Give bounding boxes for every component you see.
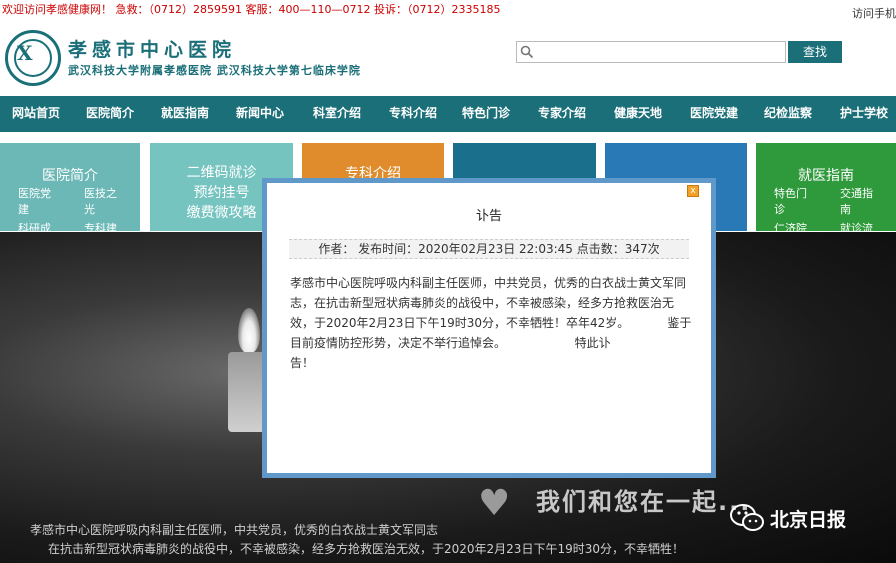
- search-input[interactable]: [537, 43, 781, 61]
- obituary-dialog: x 讣告 作者： 发布时间：2020年02月23日 22:03:45 点击数：3…: [262, 178, 716, 478]
- heart-icon: ♥: [478, 483, 511, 524]
- search-button[interactable]: 查找: [788, 41, 842, 63]
- nav-health[interactable]: 健康天地: [603, 96, 679, 132]
- nav-guide[interactable]: 就医指南: [149, 96, 225, 132]
- nav-discipline[interactable]: 纪检监察: [755, 96, 831, 132]
- tile-link[interactable]: 专科建: [84, 221, 117, 231]
- nav-departments[interactable]: 科室介绍: [301, 96, 377, 132]
- tile-link[interactable]: 医院党建: [18, 186, 51, 218]
- candle-flame: [238, 308, 260, 354]
- main-nav: 网站首页 医院简介 就医指南 新闻中心 科室介绍 专科介绍 特色门诊 专家介绍 …: [0, 96, 896, 132]
- obituary-line: 孝感市中心医院呼吸内科副主任医师，中共党员，优秀的白衣战士黄文军同: [290, 276, 687, 290]
- dialog-body: x 讣告 作者： 发布时间：2020年02月23日 22:03:45 点击数：3…: [267, 183, 711, 473]
- nav-news[interactable]: 新闻中心: [225, 96, 301, 132]
- search-icon: [520, 45, 534, 59]
- tile-link[interactable]: 仁济院: [774, 221, 807, 231]
- mobile-site-link[interactable]: 访问手机: [852, 4, 896, 24]
- tile-hospital-intro[interactable]: 医院简介 医院党建 医技之光 科研成 专科建: [0, 143, 140, 231]
- obituary-line: 志，在抗击新型冠状病毒肺炎的战役中，不幸被感染，经多方抢救医治无: [290, 296, 675, 310]
- welcome-hotline-text: 欢迎访问孝感健康网！ 急救：（0712）2859591 客服：400—110—0…: [2, 3, 501, 16]
- nav-experts[interactable]: 专家介绍: [527, 96, 603, 132]
- article-meta: 作者： 发布时间：2020年02月23日 22:03:45 点击数：347次: [289, 239, 689, 259]
- nav-home[interactable]: 网站首页: [0, 96, 73, 132]
- tile-title: 就医指南: [798, 168, 854, 184]
- dialog-title: 讣告: [475, 209, 502, 224]
- banner-slogan: 我们和您在一起...: [536, 488, 752, 516]
- nav-about[interactable]: 医院简介: [73, 96, 149, 132]
- banner-caption-line2: 在抗击新型冠状病毒肺炎的战役中，不幸被感染，经多方抢救医治无效，于2020年2月…: [48, 542, 684, 556]
- top-bar: 欢迎访问孝感健康网！ 急救：（0712）2859591 客服：400—110—0…: [0, 0, 896, 22]
- nav-special-clinics[interactable]: 特色门诊: [451, 96, 527, 132]
- search-box: [516, 41, 786, 63]
- close-icon[interactable]: x: [687, 185, 699, 197]
- obituary-line: 告！: [290, 356, 315, 370]
- tile-link[interactable]: 就诊流: [840, 221, 873, 231]
- tile-link[interactable]: 科研成: [18, 221, 51, 231]
- site-header: X 孝感市中心医院 武汉科技大学附属孝感医院 武汉科技大学第七临床学院 查找: [0, 22, 896, 96]
- watermark: 北京日报: [730, 504, 846, 532]
- wechat-icon: [730, 504, 764, 531]
- hospital-name: 孝感市中心医院: [68, 39, 237, 61]
- nav-party[interactable]: 医院党建: [679, 96, 755, 132]
- tile-link[interactable]: 交通指南: [840, 186, 873, 218]
- obituary-line: 效，于2020年2月23日下午19时30分，不幸牺牲！卒年42岁。 鉴于: [290, 316, 692, 330]
- hospital-logo[interactable]: X: [5, 30, 61, 86]
- banner-caption-line1: 孝感市中心医院呼吸内科副主任医师，中共党员，优秀的白衣战士黄文军同志: [30, 523, 439, 537]
- tile-link[interactable]: 特色门诊: [774, 186, 807, 218]
- obituary-text: 孝感市中心医院呼吸内科副主任医师，中共党员，优秀的白衣战士黄文军同 志，在抗击新…: [290, 273, 692, 373]
- obituary-line: 目前疫情防控形势，决定不举行追悼会。 特此讣: [290, 336, 611, 350]
- tile-link[interactable]: 医技之光: [84, 186, 117, 218]
- tile-title: 医院简介: [42, 168, 98, 184]
- tile-medical-guide[interactable]: 就医指南 特色门诊 交通指南 仁济院 就诊流: [756, 143, 896, 231]
- watermark-text: 北京日报: [770, 508, 847, 531]
- hospital-affiliation: 武汉科技大学附属孝感医院 武汉科技大学第七临床学院: [68, 64, 361, 77]
- logo-glyph: X: [17, 41, 33, 65]
- nav-nursing-school[interactable]: 护士学校: [831, 96, 896, 132]
- nav-specialties[interactable]: 专科介绍: [377, 96, 451, 132]
